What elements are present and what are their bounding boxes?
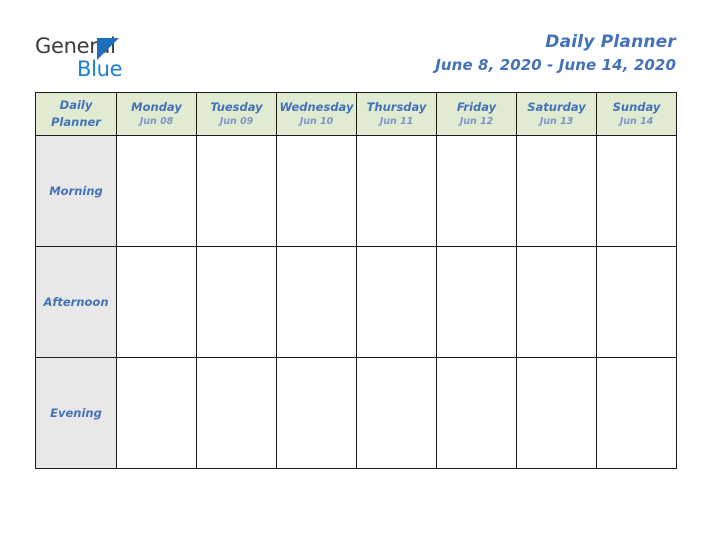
slot-evening-tuesday[interactable] [196,357,277,469]
row-label-afternoon: Afternoon [35,246,117,358]
slot-morning-monday[interactable] [116,135,197,247]
header-corner-cell: Daily Planner [35,92,117,136]
slot-evening-thursday[interactable] [356,357,437,469]
slot-afternoon-thursday[interactable] [356,246,437,358]
slot-afternoon-friday[interactable] [436,246,517,358]
slot-afternoon-wednesday[interactable] [276,246,357,358]
day-header-tuesday: Tuesday Jun 09 [196,92,277,136]
table-header-row: Daily Planner Monday Jun 08 Tuesday Jun … [35,92,677,136]
day-date-label: Jun 10 [299,116,334,128]
date-range: June 8, 2020 - June 14, 2020 [435,55,676,74]
slot-afternoon-monday[interactable] [116,246,197,358]
slot-morning-wednesday[interactable] [276,135,357,247]
slot-morning-saturday[interactable] [516,135,597,247]
day-name-label: Saturday [527,99,586,114]
row-label-text: Afternoon [43,295,109,309]
day-header-saturday: Saturday Jun 13 [516,92,597,136]
slot-evening-sunday[interactable] [596,357,677,469]
row-label-text: Evening [50,406,102,420]
day-date-label: Jun 11 [379,116,414,128]
day-date-label: Jun 14 [619,116,654,128]
day-date-label: Jun 08 [139,116,174,128]
slot-morning-thursday[interactable] [356,135,437,247]
slot-morning-friday[interactable] [436,135,517,247]
day-name-label: Friday [456,99,497,114]
slot-evening-wednesday[interactable] [276,357,357,469]
slot-evening-friday[interactable] [436,357,517,469]
day-date-label: Jun 13 [539,116,574,128]
planner-table: Daily Planner Monday Jun 08 Tuesday Jun … [35,92,677,469]
corner-label-line2: Planner [51,115,101,129]
slot-afternoon-saturday[interactable] [516,246,597,358]
day-date-label: Jun 12 [459,116,494,128]
day-name-label: Wednesday [279,99,354,114]
day-date-label: Jun 09 [219,116,254,128]
day-name-label: Tuesday [210,99,263,114]
day-name-label: Thursday [366,99,427,114]
day-header-thursday: Thursday Jun 11 [356,92,437,136]
row-label-morning: Morning [35,135,117,247]
day-header-monday: Monday Jun 08 [116,92,197,136]
row-label-text: Morning [49,184,103,198]
day-header-sunday: Sunday Jun 14 [596,92,677,136]
slot-afternoon-tuesday[interactable] [196,246,277,358]
slot-evening-monday[interactable] [116,357,197,469]
page-title: Daily Planner [545,32,676,52]
table-row: Morning [35,135,677,247]
table-row: Evening [35,357,677,469]
row-label-evening: Evening [35,357,117,469]
day-header-friday: Friday Jun 12 [436,92,517,136]
brand-logo: General Blue [35,36,205,84]
table-row: Afternoon [35,246,677,358]
day-header-wednesday: Wednesday Jun 10 [276,92,357,136]
day-name-label: Sunday [612,99,661,114]
brand-name-blue: Blue [77,57,123,81]
page-header: General Blue Daily Planner June 8, 2020 … [0,0,712,92]
day-name-label: Monday [131,99,182,114]
slot-afternoon-sunday[interactable] [596,246,677,358]
slot-morning-tuesday[interactable] [196,135,277,247]
title-block: Daily Planner June 8, 2020 - June 14, 20… [435,31,676,76]
slot-morning-sunday[interactable] [596,135,677,247]
slot-evening-saturday[interactable] [516,357,597,469]
corner-label-line1: Daily [59,98,93,113]
